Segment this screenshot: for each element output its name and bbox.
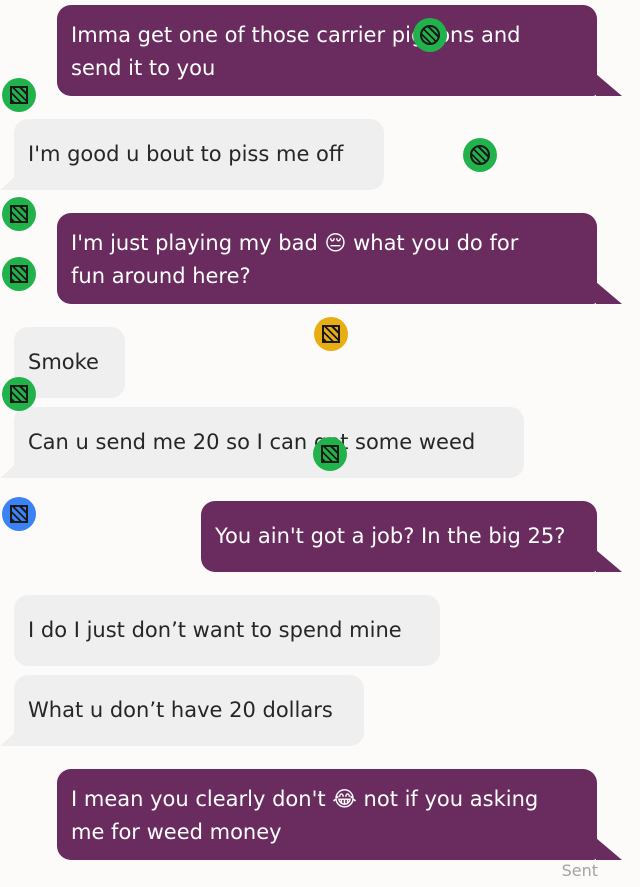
laughing-tears-face-icon: 😂 <box>332 787 357 811</box>
message-text: Imma get one of those carrier pigeons an… <box>71 23 521 47</box>
message-bubble-outgoing[interactable]: I'm just playing my bad 😔 what you do fo… <box>57 213 597 304</box>
message-text: Smoke <box>28 350 99 374</box>
marker-square-icon[interactable] <box>2 377 36 411</box>
message-text: I mean you clearly don't <box>71 787 326 811</box>
bubble-tail <box>0 726 22 746</box>
bubble-tail <box>0 458 22 478</box>
bubble-tail <box>596 550 622 572</box>
message-text: what you do for <box>353 231 519 255</box>
message-bubble-outgoing[interactable]: You ain't got a job? In the big 25? <box>201 501 597 572</box>
marker-square-icon[interactable] <box>314 317 348 351</box>
message-bubble-incoming[interactable]: I do I just don’t want to spend mine <box>14 595 440 666</box>
message-text: fun around here? <box>71 264 251 288</box>
message-text: Can u send me 20 so I can get some weed <box>28 430 476 454</box>
sent-status: Sent <box>561 861 598 880</box>
marker-square-icon[interactable] <box>2 78 36 112</box>
marker-circle-icon[interactable] <box>463 138 497 172</box>
message-text: I'm good u bout to piss me off <box>28 142 344 166</box>
message-bubble-incoming[interactable]: I'm good u bout to piss me off <box>14 119 384 190</box>
marker-circle-icon[interactable] <box>413 18 447 52</box>
marker-square-icon[interactable] <box>2 197 36 231</box>
message-text: What u don’t have 20 dollars <box>28 698 333 722</box>
message-bubble-incoming[interactable]: What u don’t have 20 dollars <box>14 675 364 746</box>
marker-square-icon[interactable] <box>2 497 36 531</box>
message-text: not if you asking <box>363 787 539 811</box>
pensive-face-icon: 😔 <box>324 231 347 255</box>
bubble-tail <box>596 74 622 96</box>
message-text: I'm just playing my bad <box>71 231 318 255</box>
bubble-tail <box>596 282 622 304</box>
message-text: You ain't got a job? In the big 25? <box>215 524 566 548</box>
bubble-tail <box>596 838 622 860</box>
message-text: send it to you <box>71 56 216 80</box>
message-bubble-incoming[interactable]: Can u send me 20 so I can get some weed <box>14 407 524 478</box>
marker-square-icon[interactable] <box>2 257 36 291</box>
message-text: I do I just don’t want to spend mine <box>28 618 402 642</box>
message-bubble-outgoing[interactable]: I mean you clearly don't 😂 not if you as… <box>57 769 597 860</box>
marker-square-icon[interactable] <box>313 437 347 471</box>
message-bubble-outgoing[interactable]: Imma get one of those carrier pigeons an… <box>57 5 597 96</box>
message-text: me for weed money <box>71 820 282 844</box>
bubble-tail <box>0 170 22 190</box>
